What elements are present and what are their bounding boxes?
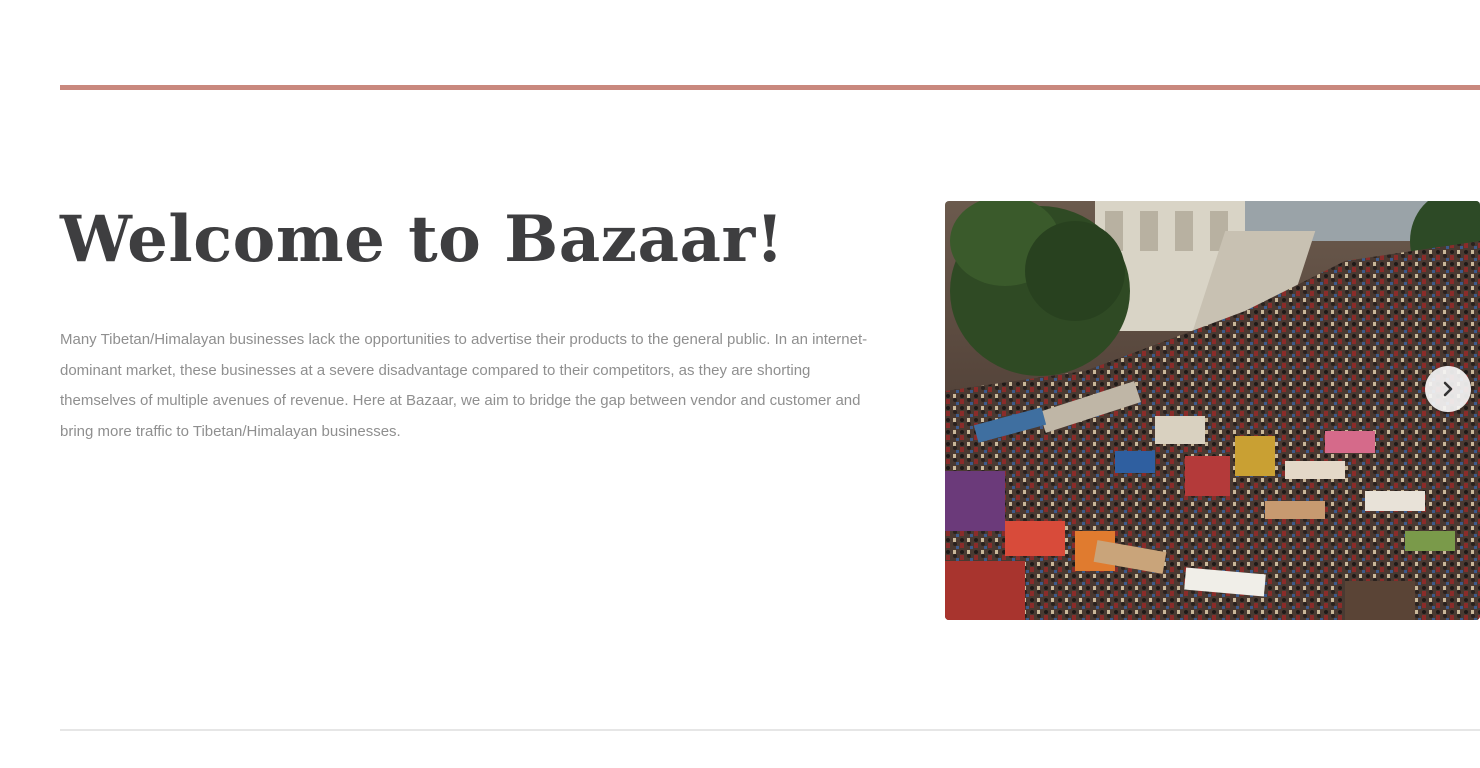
image-carousel[interactable] bbox=[945, 201, 1480, 620]
market-photo bbox=[945, 201, 1480, 620]
page-title: Welcome to Bazaar! bbox=[60, 202, 785, 277]
section-divider bbox=[60, 729, 1480, 731]
intro-paragraph: Many Tibetan/Himalayan businesses lack t… bbox=[60, 331, 868, 440]
carousel-next-button[interactable] bbox=[1425, 366, 1471, 412]
header-divider bbox=[60, 85, 1480, 90]
chevron-right-icon bbox=[1443, 381, 1453, 397]
